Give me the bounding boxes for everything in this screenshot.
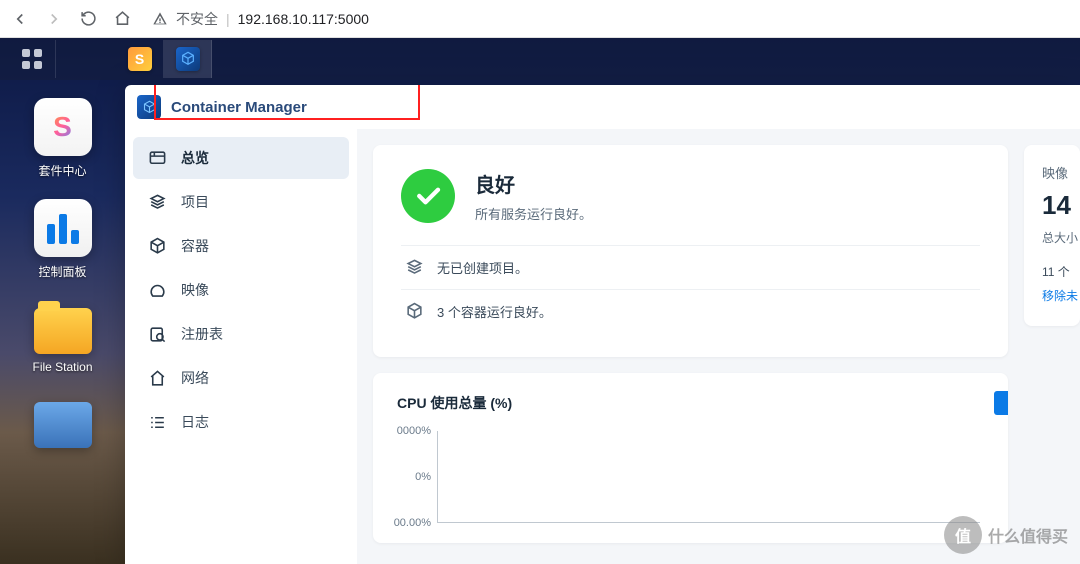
- chart-legend-button[interactable]: [994, 391, 1008, 415]
- image-icon: [147, 280, 167, 300]
- sidebar-item-label: 日志: [181, 412, 209, 432]
- taskbar-app-pkg[interactable]: S: [116, 40, 164, 78]
- desktop-icon-storage[interactable]: [23, 394, 103, 454]
- image-card-label: 映像: [1042, 163, 1076, 182]
- sidebar-item-overview[interactable]: 总览: [133, 137, 349, 179]
- status-title: 良好: [475, 169, 592, 198]
- chart-title: CPU 使用总量 (%): [397, 393, 984, 413]
- watermark-badge: 值: [944, 516, 982, 554]
- sidebar-item-container[interactable]: 容器: [133, 225, 349, 267]
- image-check-line: 11 个: [1042, 260, 1076, 284]
- browser-toolbar: 不安全 | 192.168.10.117:5000: [0, 0, 1080, 38]
- status-row-text: 3 个容器运行良好。: [437, 302, 552, 321]
- y-tick: 0000%: [397, 425, 431, 437]
- log-icon: [147, 412, 167, 432]
- home-button[interactable]: [110, 7, 134, 31]
- separator: |: [226, 11, 230, 27]
- cpu-chart-card: CPU 使用总量 (%) 0000% 0% 00.00%: [373, 373, 1008, 543]
- overview-icon: [147, 148, 167, 168]
- window-header[interactable]: Container Manager: [125, 85, 1080, 129]
- y-tick: 00.00%: [394, 517, 431, 529]
- pkg-icon: S: [128, 47, 152, 71]
- status-ok-icon: [401, 169, 455, 223]
- icon-label: 套件中心: [38, 162, 86, 179]
- image-summary-card: 映像 14 总大小 11 个 移除未: [1024, 145, 1080, 326]
- sidebar-item-label: 容器: [181, 236, 209, 256]
- chart-area: 0000% 0% 00.00%: [437, 423, 984, 523]
- desktop-icon-pkg[interactable]: 套件中心: [23, 98, 103, 179]
- desktop: S 套件中心 控制面板 File Station: [0, 38, 1080, 564]
- sidebar-item-label: 注册表: [181, 324, 223, 344]
- sidebar-item-project[interactable]: 项目: [133, 181, 349, 223]
- watermark-text: 什么值得买: [988, 523, 1068, 547]
- status-card: 良好 所有服务运行良好。 无已创建项目。 3 个容器运行良好。: [373, 145, 1008, 357]
- container-manager-window: Container Manager 总览项目容器映像注册表网络日志: [125, 85, 1080, 564]
- status-row: 3 个容器运行良好。: [401, 289, 980, 333]
- icon-label: File Station: [32, 360, 92, 374]
- sidebar: 总览项目容器映像注册表网络日志: [125, 129, 357, 564]
- status-subtitle: 所有服务运行良好。: [475, 204, 592, 223]
- sidebar-item-label: 总览: [181, 148, 209, 168]
- apps-icon: [22, 49, 42, 69]
- window-title: Container Manager: [171, 99, 307, 116]
- folder-icon: [34, 308, 92, 354]
- container-icon: [405, 302, 423, 321]
- sidebar-item-log[interactable]: 日志: [133, 401, 349, 443]
- remove-unused-link[interactable]: 移除未: [1042, 289, 1078, 303]
- icon-label: 控制面板: [38, 263, 86, 280]
- content-area: 良好 所有服务运行良好。 无已创建项目。 3 个容器运行良好。 CPU 使用总量 …: [357, 129, 1080, 564]
- status-row: 无已创建项目。: [401, 246, 980, 289]
- network-icon: [147, 368, 167, 388]
- insecure-label: 不安全: [176, 9, 218, 29]
- window-body: 总览项目容器映像注册表网络日志 良好 所有服务运行良好。: [125, 129, 1080, 564]
- insecure-icon: [152, 11, 168, 27]
- container-icon: [147, 236, 167, 256]
- control-panel-icon: [34, 199, 92, 257]
- sidebar-item-registry[interactable]: 注册表: [133, 313, 349, 355]
- desktop-icon-filestation[interactable]: File Station: [23, 300, 103, 374]
- forward-button[interactable]: [42, 7, 66, 31]
- app-icon: [137, 95, 161, 119]
- sidebar-item-image[interactable]: 映像: [133, 269, 349, 311]
- sidebar-item-label: 项目: [181, 192, 209, 212]
- watermark: 值 什么值得买: [944, 516, 1068, 554]
- sidebar-item-label: 映像: [181, 280, 209, 300]
- registry-icon: [147, 324, 167, 344]
- url-text: 192.168.10.117:5000: [238, 11, 369, 27]
- project-icon: [405, 258, 423, 277]
- taskbar-menu[interactable]: [8, 40, 56, 78]
- reload-button[interactable]: [76, 7, 100, 31]
- project-icon: [147, 192, 167, 212]
- pkg-center-icon: [34, 98, 92, 156]
- y-tick: 0%: [415, 471, 431, 483]
- taskbar: S: [0, 38, 1080, 80]
- sidebar-item-label: 网络: [181, 368, 209, 388]
- desktop-icons: 套件中心 控制面板 File Station: [0, 98, 125, 454]
- taskbar-app-container[interactable]: [164, 40, 212, 78]
- desktop-icon-ctrl[interactable]: 控制面板: [23, 199, 103, 280]
- sidebar-item-network[interactable]: 网络: [133, 357, 349, 399]
- image-size-label: 总大小: [1042, 229, 1076, 246]
- image-count: 14: [1042, 190, 1076, 221]
- storage-icon: [34, 402, 92, 448]
- address-bar[interactable]: 不安全 | 192.168.10.117:5000: [152, 9, 369, 29]
- back-button[interactable]: [8, 7, 32, 31]
- status-row-text: 无已创建项目。: [437, 258, 528, 277]
- container-icon: [176, 47, 200, 71]
